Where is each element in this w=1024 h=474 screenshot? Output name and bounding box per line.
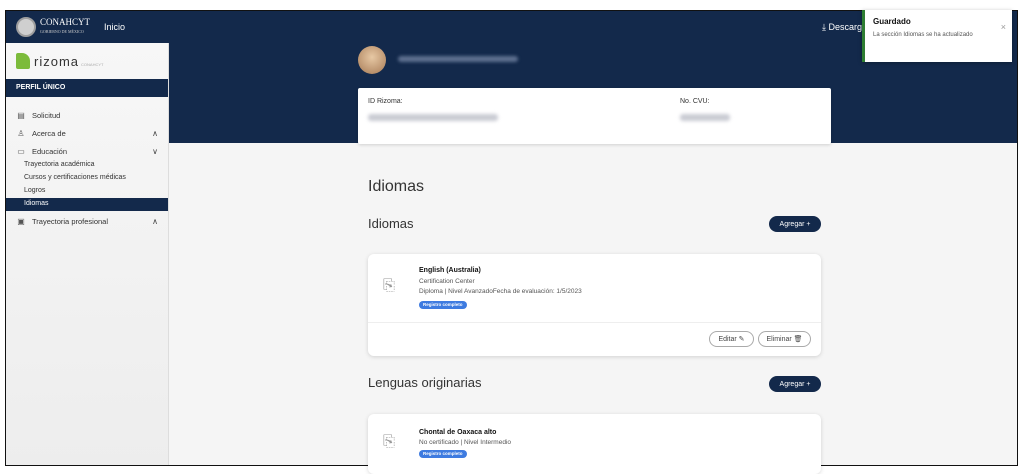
sidebar-item-educacion[interactable]: ▭ Educación ∨: [6, 143, 168, 159]
sidebar-item-label: Acerca de: [32, 128, 66, 138]
profile-id-card: ID Rizoma: No. CVU:: [358, 88, 831, 144]
sidebar-item-trayectoria-profesional[interactable]: ▣ Trayectoria profesional ∧: [6, 213, 168, 229]
perfil-unico-header: PERFIL ÚNICO: [6, 79, 168, 97]
toast-title: Guardado: [873, 17, 911, 26]
avatar: [358, 46, 386, 74]
sidebar-item-solicitud[interactable]: ▤ Solicitud: [6, 107, 168, 123]
id-rizoma-label: ID Rizoma:: [368, 98, 403, 105]
sidebar-item-acerca-de[interactable]: ♙ Acerca de ∧: [6, 125, 168, 141]
certificate-icon: ⎘: [382, 277, 395, 294]
document-icon: ▤: [17, 110, 25, 120]
book-icon: ▭: [17, 146, 25, 156]
logo-name: CONAHCYT: [40, 17, 91, 27]
chevron-up-icon: ∧: [152, 216, 158, 226]
user-name-redacted: [398, 56, 518, 62]
toast-message: La sección Idiomas se ha actualizado: [873, 32, 973, 38]
card-divider: [368, 322, 821, 323]
chevron-up-icon: ∧: [152, 128, 158, 138]
sidebar-subitem-logros[interactable]: Logros: [6, 185, 168, 198]
logo-sub: GOBIERNO DE MÉXICO: [40, 29, 84, 34]
card-details: No certificado | Nivel Intermedio: [419, 439, 512, 446]
page-title: Idiomas: [368, 178, 425, 195]
sidebar-item-label: Solicitud: [32, 110, 61, 120]
sidebar: rizoma CONAHCYT PERFIL ÚNICO ▤ Solicitud…: [6, 43, 169, 465]
rizoma-brand: rizoma: [34, 53, 80, 69]
sidebar-subitem-trayectoria-academica[interactable]: Trayectoria académica: [6, 159, 168, 172]
inicio-link[interactable]: Inicio: [104, 22, 125, 32]
card-institution: Certification Center: [419, 278, 475, 285]
lengua-card: ⎘ Chontal de Oaxaca alto No certificado …: [368, 414, 821, 474]
rizoma-logo[interactable]: rizoma CONAHCYT: [6, 43, 168, 79]
add-idioma-button[interactable]: Agregar +: [769, 216, 821, 232]
download-link[interactable]: ⤓ Descarga: [822, 22, 867, 33]
cvu-value-redacted: [680, 114, 730, 121]
certificate-icon: ⎘: [382, 433, 395, 450]
lenguas-section-heading: Lenguas originarias: [368, 375, 482, 390]
status-badge: Registro completo: [419, 301, 467, 309]
chevron-down-icon: ∨: [152, 146, 158, 156]
sidebar-subitem-idiomas[interactable]: Idiomas: [6, 198, 168, 211]
seal-icon: [16, 17, 36, 37]
sidebar-item-label: Trayectoria profesional: [32, 216, 109, 226]
status-badge: Registro completo: [419, 450, 467, 458]
edit-button[interactable]: Editar ✎: [709, 331, 754, 347]
close-icon[interactable]: ×: [1001, 22, 1006, 32]
rizoma-brand-sub: CONAHCYT: [81, 61, 104, 67]
rizoma-mark-icon: [16, 53, 30, 69]
card-title: English (Australia): [419, 267, 481, 274]
cvu-label: No. CVU:: [680, 98, 710, 105]
person-icon: ♙: [17, 128, 25, 138]
delete-button[interactable]: Eliminar 🗑: [758, 331, 811, 347]
idiomas-section-heading: Idiomas: [368, 216, 414, 231]
conahcyt-logo[interactable]: CONAHCYT GOBIERNO DE MÉXICO: [16, 17, 90, 37]
idioma-card: ⎘ English (Australia) Certification Cent…: [368, 254, 821, 356]
conahcyt-logo-text: CONAHCYT GOBIERNO DE MÉXICO: [40, 18, 90, 36]
add-lengua-button[interactable]: Agregar +: [769, 376, 821, 392]
app-window: CONAHCYT GOBIERNO DE MÉXICO Inicio ⤓ Des…: [5, 10, 1018, 466]
sidebar-subitem-cursos[interactable]: Cursos y certificaciones médicas: [6, 172, 168, 185]
id-badge-icon: ▣: [17, 216, 25, 226]
sidebar-item-label: Educación: [32, 146, 68, 156]
id-rizoma-value-redacted: [368, 114, 498, 121]
saved-toast: Guardado La sección Idiomas se ha actual…: [862, 10, 1012, 62]
card-title: Chontal de Oaxaca alto: [419, 429, 497, 436]
card-details: Diploma | Nivel AvanzadoFecha de evaluac…: [419, 288, 582, 295]
